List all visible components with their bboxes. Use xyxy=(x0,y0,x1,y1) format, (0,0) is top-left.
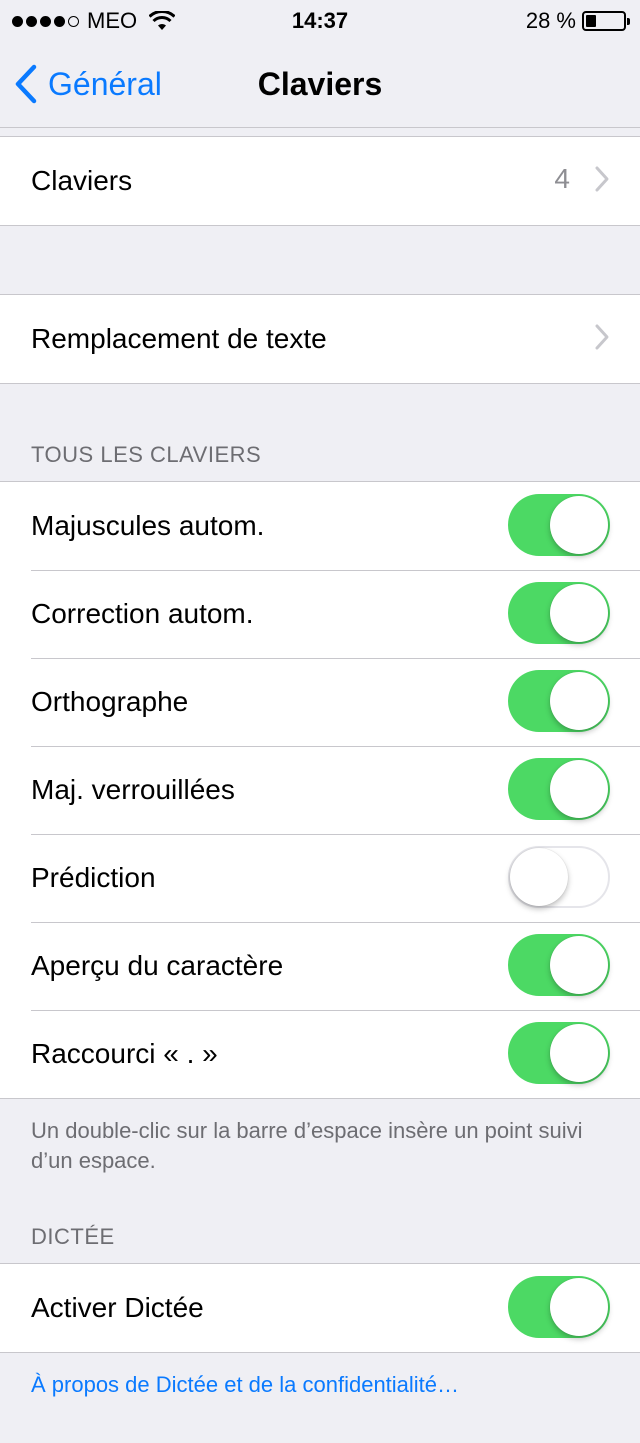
navigation-bar: Général Claviers xyxy=(0,42,640,128)
setting-row-caps-lock: Maj. verrouillées xyxy=(0,746,640,834)
all-keyboards-group: Majuscules autom. Correction autom. Orth… xyxy=(0,481,640,1099)
auto-capitalization-toggle[interactable] xyxy=(508,494,610,556)
setting-row-auto-capitalization: Majuscules autom. xyxy=(0,482,640,570)
dictation-privacy-link[interactable]: À propos de Dictée et de la confidential… xyxy=(31,1372,459,1398)
keyboards-row-label: Claviers xyxy=(31,165,133,196)
setting-label: Correction autom. xyxy=(31,598,254,629)
enable-dictation-toggle[interactable] xyxy=(508,1276,610,1338)
period-shortcut-toggle[interactable] xyxy=(508,1022,610,1084)
dictation-group: Activer Dictée xyxy=(0,1263,640,1353)
text-replacement-group: Remplacement de texte xyxy=(0,294,640,384)
setting-label: Activer Dictée xyxy=(31,1292,204,1323)
toggle-knob xyxy=(550,1024,608,1082)
setting-label: Majuscules autom. xyxy=(31,510,265,541)
battery-icon xyxy=(582,11,630,31)
battery-fill xyxy=(586,15,597,27)
toggle-knob xyxy=(550,1278,608,1336)
setting-row-character-preview: Aperçu du caractère xyxy=(0,922,640,1010)
character-preview-toggle[interactable] xyxy=(508,934,610,996)
toggle-knob xyxy=(550,760,608,818)
setting-row-auto-correction: Correction autom. xyxy=(0,570,640,658)
section-header-dictation: DICTÉE xyxy=(31,1224,115,1249)
keyboards-count: 4 xyxy=(554,163,570,194)
prediction-toggle[interactable] xyxy=(508,846,610,908)
toggle-knob xyxy=(550,672,608,730)
keyboards-row[interactable]: Claviers 4 xyxy=(0,137,640,225)
keyboards-group: Claviers 4 xyxy=(0,136,640,226)
auto-correction-toggle[interactable] xyxy=(508,582,610,644)
setting-label: Prédiction xyxy=(31,862,156,893)
section-header-all-keyboards: TOUS LES CLAVIERS xyxy=(31,442,262,467)
text-replacement-label: Remplacement de texte xyxy=(31,323,327,354)
toggle-knob xyxy=(550,496,608,554)
toggle-knob xyxy=(510,848,568,906)
status-bar: MEO 14:37 28 % xyxy=(0,0,640,42)
battery-percentage: 28 % xyxy=(525,8,576,33)
setting-row-prediction: Prédiction xyxy=(0,834,640,922)
chevron-right-icon xyxy=(595,166,609,192)
setting-row-period-shortcut: Raccourci « . » xyxy=(0,1010,640,1098)
setting-label: Raccourci « . » xyxy=(31,1038,218,1069)
period-shortcut-footer: Un double-clic sur la barre d’espace ins… xyxy=(31,1118,583,1173)
setting-row-enable-dictation: Activer Dictée xyxy=(0,1264,640,1352)
toggle-knob xyxy=(550,936,608,994)
status-right: 28 % xyxy=(525,8,630,34)
chevron-right-icon xyxy=(595,324,609,350)
setting-label: Aperçu du caractère xyxy=(31,950,284,981)
spelling-toggle[interactable] xyxy=(508,670,610,732)
page-title: Claviers xyxy=(257,66,383,102)
setting-row-spelling: Orthographe xyxy=(0,658,640,746)
toggle-knob xyxy=(550,584,608,642)
setting-label: Orthographe xyxy=(31,686,189,717)
setting-label: Maj. verrouillées xyxy=(31,774,235,805)
text-replacement-row[interactable]: Remplacement de texte xyxy=(0,295,640,383)
caps-lock-toggle[interactable] xyxy=(508,758,610,820)
